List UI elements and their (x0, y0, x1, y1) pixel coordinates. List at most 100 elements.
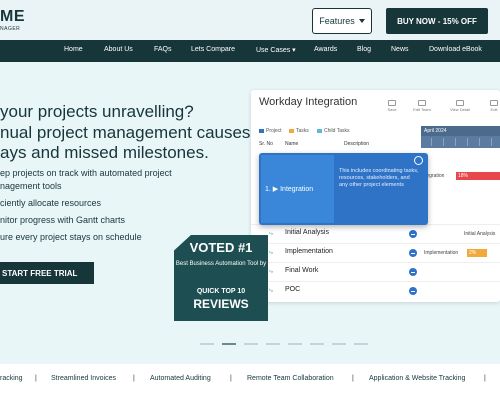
gantt-day-divider (491, 138, 492, 146)
col-name: Name (285, 141, 299, 147)
feature-link[interactable]: Streamlined Invoices (51, 375, 116, 382)
task-row[interactable]: ⤷ Implementation Implementation 2% (251, 243, 500, 262)
col-description: Description (344, 141, 370, 147)
carousel-dot[interactable] (200, 343, 214, 345)
nav-download-ebook[interactable]: Download eBook (429, 46, 482, 53)
carousel-dot[interactable] (310, 343, 324, 345)
col-sr-no: Sr. No (259, 141, 273, 147)
save-icon (388, 100, 396, 106)
top-header: ME NAGER Features BUY NOW - 15% OFF (0, 0, 500, 40)
legend-project-swatch (259, 129, 264, 133)
add-icon[interactable] (409, 249, 417, 257)
badge-reviews: REVIEWS (193, 297, 249, 311)
toolbar-edit-team[interactable]: Edit Team (409, 100, 435, 112)
logo-subtext: NAGER (0, 26, 21, 32)
bullet-3: nitor progress with Gantt charts (0, 215, 126, 225)
feature-link[interactable]: racking (0, 375, 23, 382)
headline-line-2: nual project management causes (0, 123, 251, 142)
edit-icon (490, 100, 498, 106)
add-icon[interactable] (409, 230, 417, 238)
gantt-integration-bar[interactable]: 18% (456, 172, 500, 180)
nav-home[interactable]: Home (64, 46, 83, 53)
buy-now-button[interactable]: BUY NOW - 15% OFF (386, 8, 488, 34)
add-icon[interactable] (409, 287, 417, 295)
toolbar-edit-team-label: Edit Team (413, 107, 431, 112)
headline-line-3: ays and missed milestones. (0, 143, 209, 162)
task-name: Final Work (285, 267, 319, 274)
app-title: Workday Integration (259, 96, 358, 108)
caret-down-icon (358, 19, 365, 23)
legend-child-tasks-label: Child Tasks (324, 128, 350, 134)
nav-faqs[interactable]: FAQs (154, 46, 172, 53)
gantt-day-divider (467, 138, 468, 146)
expand-icon[interactable]: ⤷ (269, 230, 273, 238)
view-icon (456, 100, 464, 106)
team-icon (418, 100, 426, 106)
nav-use-cases[interactable]: Use Cases ▾ (256, 46, 296, 54)
separator: | (35, 375, 37, 382)
main-nav: Home About Us FAQs Lets Compare Use Case… (0, 40, 500, 62)
task-row[interactable]: ⤷ Initial Analysis Initial Analysis (251, 224, 500, 243)
legend-project: Project (259, 128, 282, 134)
features-dropdown-button[interactable]: Features (312, 8, 372, 34)
award-badge: VOTED #1 Best Business Automation Tool b… (174, 235, 268, 321)
popup-description: This includes coordinating tasks, resour… (339, 168, 419, 188)
nav-news[interactable]: News (391, 46, 409, 53)
separator: | (133, 375, 135, 382)
carousel-dot[interactable] (332, 343, 346, 345)
nav-use-cases-label: Use Cases (256, 47, 291, 54)
expand-icon[interactable]: ⤷ (269, 287, 273, 295)
nav-lets-compare[interactable]: Lets Compare (191, 46, 235, 53)
toolbar-edit-label: Edit (490, 107, 498, 112)
separator: | (230, 375, 232, 382)
headline-line-1: your projects unravelling? (0, 102, 194, 121)
gantt-day-columns (421, 136, 500, 148)
toolbar-view-detail[interactable]: View Detail (447, 100, 473, 112)
legend-tasks-label: Tasks (296, 128, 309, 134)
gantt-day-divider (479, 138, 480, 146)
add-icon[interactable] (409, 268, 417, 276)
gantt-implementation-bar[interactable]: 2% (467, 249, 487, 257)
feature-link[interactable]: Remote Team Collaboration (247, 375, 334, 382)
gantt-month-header: April 2024 (421, 126, 500, 136)
feature-link[interactable]: Application & Website Tracking (369, 375, 465, 382)
carousel-dot-active[interactable] (222, 343, 236, 345)
logo[interactable]: ME (0, 8, 25, 26)
start-free-trial-button[interactable]: START FREE TRIAL (0, 262, 94, 284)
toolbar-edit[interactable]: Edit (481, 100, 500, 112)
task-detail-popup[interactable]: 1. ▶ Integration This includes coordinat… (259, 153, 428, 225)
feature-strip: racking | Streamlined Invoices | Automat… (0, 364, 500, 399)
toolbar-save[interactable]: Save (379, 100, 405, 112)
bullet-1-cont: nagement tools (0, 181, 62, 191)
toolbar-save-label: Save (387, 107, 397, 112)
carousel-dot[interactable] (244, 343, 258, 345)
bullet-4: ure every project stays on schedule (0, 232, 142, 242)
legend-project-label: Project (266, 128, 282, 134)
gantt-day-divider (455, 138, 456, 146)
bullet-1: ep projects on track with automated proj… (0, 168, 172, 178)
nav-about-us[interactable]: About Us (104, 46, 133, 53)
carousel-dot[interactable] (288, 343, 302, 345)
features-label: Features (319, 16, 355, 26)
carousel-dot[interactable] (266, 343, 280, 345)
popup-task-label: 1. ▶ Integration (265, 186, 314, 193)
badge-subtitle: Best Business Automation Tool by (175, 261, 267, 267)
close-icon[interactable] (414, 156, 423, 165)
expand-icon[interactable]: ⤷ (269, 249, 273, 257)
legend-tasks-swatch (289, 129, 294, 133)
nav-awards[interactable]: Awards (314, 46, 337, 53)
carousel-dot[interactable] (354, 343, 368, 345)
gantt-day-divider (431, 138, 432, 146)
carousel-dots (200, 343, 380, 346)
popup-left-panel: 1. ▶ Integration (261, 155, 334, 223)
task-name: Implementation (285, 248, 333, 255)
expand-icon[interactable]: ⤷ (269, 268, 273, 276)
toolbar-view-detail-label: View Detail (450, 107, 470, 112)
task-row[interactable]: ⤷ POC (251, 281, 500, 300)
badge-voted: VOTED #1 (189, 240, 253, 255)
legend-tasks: Tasks (289, 128, 309, 134)
nav-blog[interactable]: Blog (357, 46, 371, 53)
task-row[interactable]: ⤷ Final Work (251, 262, 500, 281)
feature-link[interactable]: Automated Auditing (150, 375, 211, 382)
gantt-task-text: Initial Analysis (464, 231, 496, 237)
